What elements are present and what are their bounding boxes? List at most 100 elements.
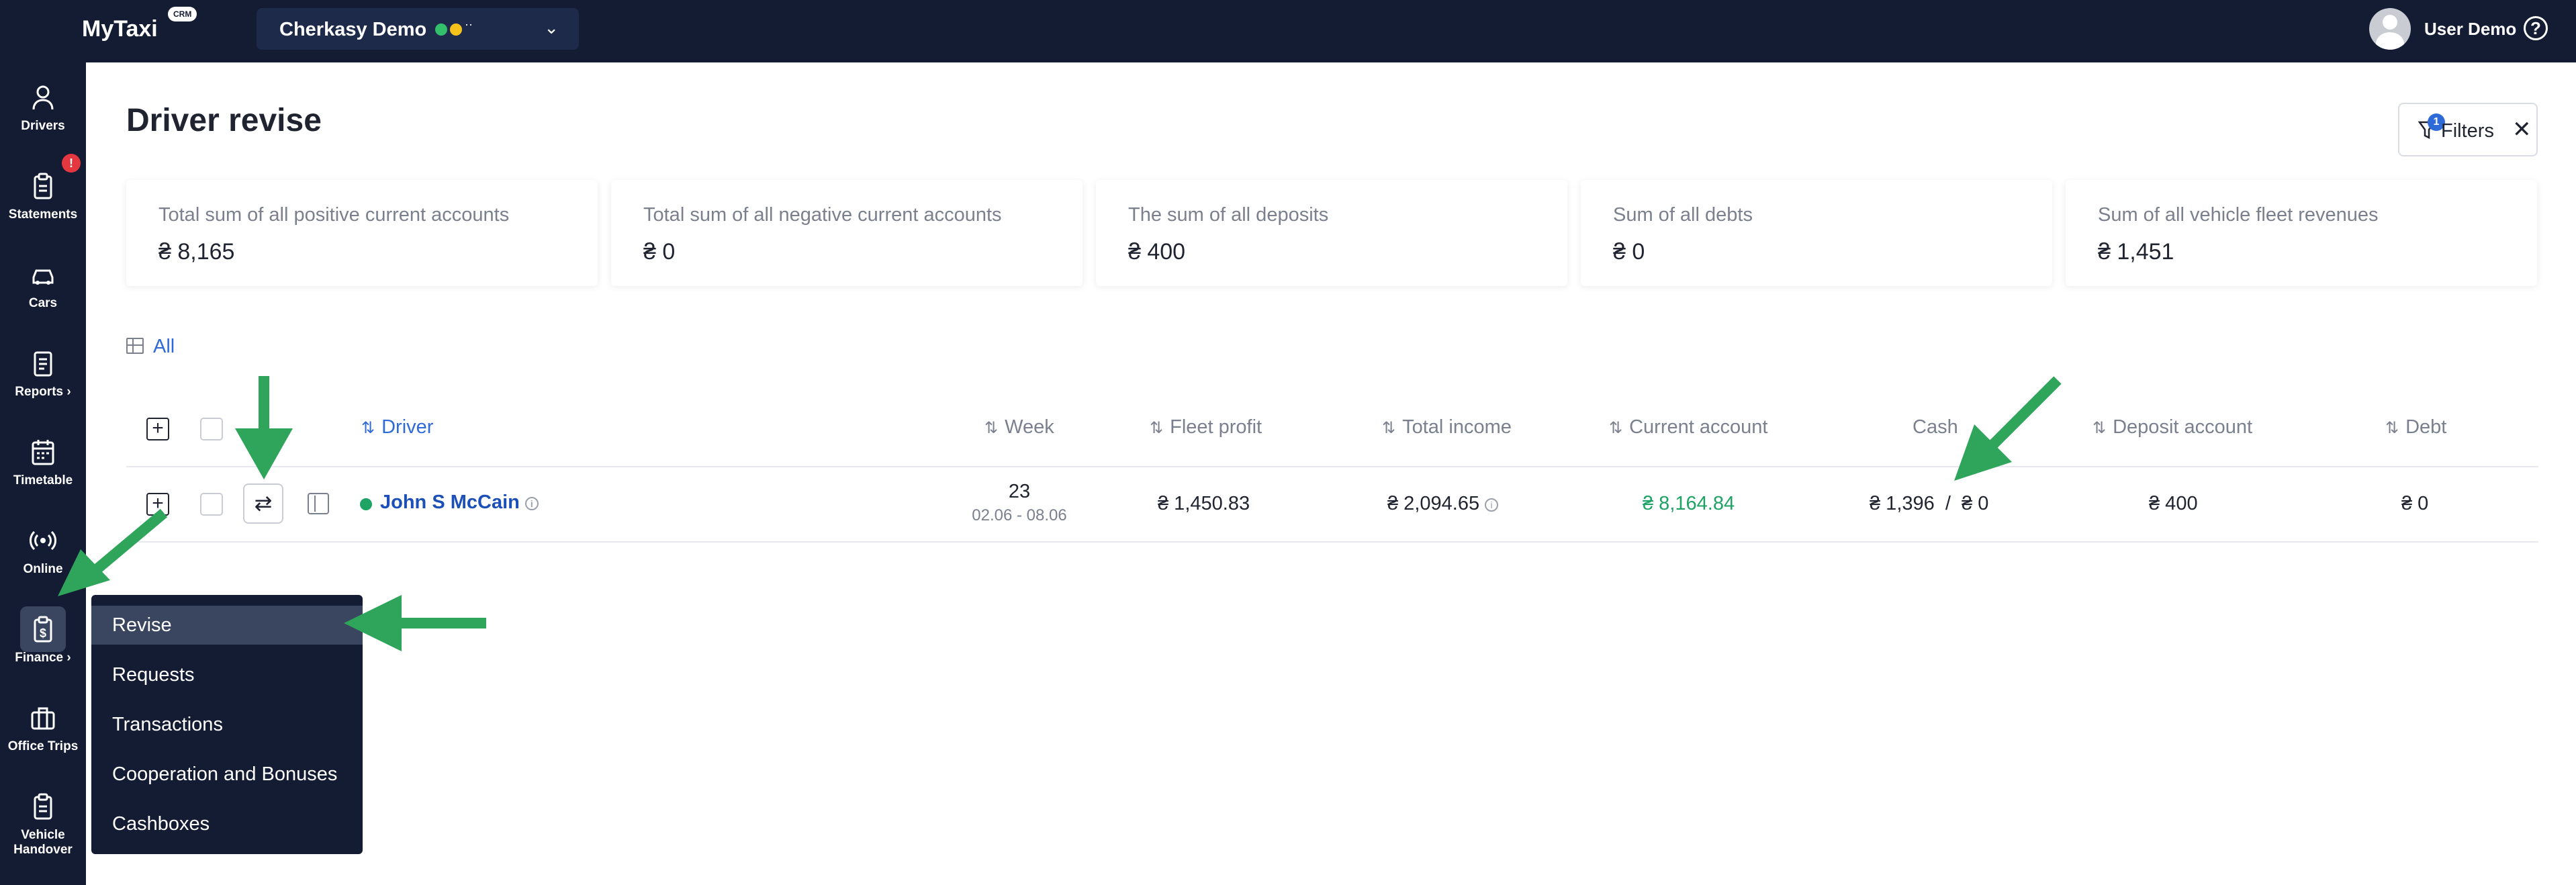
column-header-debt[interactable]: ⇅ Debt [2385,416,2446,438]
cash-cell: ₴ 1,396 / ₴ 0 [1870,493,1989,514]
calendar-icon [0,438,86,465]
alert-badge: ! [62,154,81,173]
column-header-label: Cash [1913,416,1958,438]
finance-submenu: Revise Requests Transactions Cooperation… [91,595,363,854]
stat-card-deposits: The sum of all deposits ₴ 400 [1096,180,1567,286]
sort-icon: ⇅ [361,419,375,437]
menu-item-requests[interactable]: Requests [91,655,363,694]
stat-value: ₴ 0 [643,239,676,265]
sidebar-item-label: Online [23,562,63,576]
total-income-value: ₴ 2,094.65 [1387,493,1480,514]
sidebar-item-label: Reports › [15,385,71,399]
svg-text:$: $ [40,626,46,640]
status-dot-green [435,24,447,36]
fleet-selector[interactable]: Cherkasy Demo ·· ⌄ [257,8,579,50]
sidebar-item-statements[interactable]: Statements [0,173,86,222]
sort-icon: ⇅ [984,419,999,437]
sidebar-item-timetable[interactable]: Timetable [0,438,86,488]
revise-swap-button[interactable]: ⇄ [243,483,283,524]
total-income-cell: ₴ 2,094.65 i [1387,493,1499,515]
menu-item-cashboxes[interactable]: Cashboxes [91,804,363,843]
page-title: Driver revise [126,103,322,138]
fleet-profit-cell: ₴ 1,450.83 [1158,493,1250,514]
close-icon[interactable]: ✕ [2512,116,2532,143]
column-header-current-account[interactable]: ⇅ Current account [1609,416,1767,438]
annotation-arrows [58,376,2062,651]
stat-value: ₴ 1,451 [2098,239,2174,265]
filters-button[interactable]: 1 Filters ✕ [2398,103,2538,156]
view-all-link[interactable]: All [126,336,175,358]
sort-icon: ⇅ [1150,419,1164,437]
user-name[interactable]: User Demo [2424,19,2516,40]
row-checkbox[interactable] [200,493,223,516]
side-panel-icon[interactable] [308,493,329,514]
stat-label: Sum of all vehicle fleet revenues [2098,204,2379,226]
column-header-label: Week [1005,416,1054,438]
chevron-down-icon: ⌄ [544,17,559,38]
annotation-arrow-revise [344,595,486,651]
sidebar-item-label: Statements [8,207,78,222]
sidebar-item-label: Drivers [21,119,65,133]
stat-card-fleet-revenues: Sum of all vehicle fleet revenues ₴ 1,45… [2066,180,2537,286]
driver-name-link[interactable]: John S McCain i [380,492,539,514]
column-header-deposit-account[interactable]: ⇅ Deposit account [2092,416,2252,438]
column-header-label: Fleet profit [1170,416,1262,438]
fleet-name: Cherkasy Demo [279,19,427,40]
stat-card-positive-accounts: Total sum of all positive current accoun… [126,180,598,286]
debt-cell: ₴ 0 [2401,493,2429,514]
clipboard-icon [0,173,86,199]
menu-item-transactions[interactable]: Transactions [91,705,363,744]
stat-label: The sum of all deposits [1128,204,1329,226]
column-header-label: Total income [1402,416,1512,438]
table-icon [126,338,144,354]
view-all-label: All [153,336,175,357]
menu-item-revise[interactable]: Revise [91,606,363,645]
column-header-driver[interactable]: ⇅ Driver [361,416,433,438]
week-range: 02.06 - 08.06 [972,506,1067,524]
row-divider [126,541,2538,543]
stat-value: ₴ 0 [1613,239,1645,265]
stat-label: Total sum of all positive current accoun… [158,204,510,226]
expand-all-icon[interactable]: + [146,418,169,440]
broadcast-icon [0,527,86,554]
sidebar-item-drivers[interactable]: Drivers [0,84,86,134]
current-account-cell: ₴ 8,164.84 [1643,493,1735,514]
column-header-label: Deposit account [2113,416,2253,438]
top-bar: MyTaxi CRM Cherkasy Demo ·· ⌄ User Demo … [0,0,2576,62]
avatar[interactable] [2369,8,2411,50]
column-header-label: Debt [2405,416,2447,438]
sort-icon: ⇅ [2092,419,2107,437]
sidebar-item-label: Vehicle Handover [13,828,73,857]
sort-icon: ⇅ [1382,419,1396,437]
finance-icon: $ [0,616,86,643]
column-header-total-income[interactable]: ⇅ Total income [1382,416,1512,438]
info-icon[interactable]: i [1485,498,1499,512]
sort-icon: ⇅ [1609,419,1623,437]
sidebar-item-finance[interactable]: $ Finance › [0,616,86,665]
help-icon[interactable]: ? [2524,16,2548,40]
header-divider [126,466,2538,467]
column-header-label: Driver [381,416,434,438]
stat-card-negative-accounts: Total sum of all negative current accoun… [611,180,1083,286]
report-icon [0,350,86,377]
column-header-cash: Cash [1913,416,1958,438]
sidebar-item-cars[interactable]: Cars [0,261,86,311]
select-all-checkbox[interactable] [200,418,223,440]
app-logo[interactable]: MyTaxi [82,16,158,42]
sidebar-item-vehicle-handover[interactable]: Vehicle Handover [0,793,86,857]
expand-row-icon[interactable]: + [146,493,169,516]
sidebar-item-office-trips[interactable]: Office Trips [0,704,86,754]
crm-badge: CRM [168,7,197,21]
filters-label: Filters [2441,120,2494,142]
car-icon [0,261,86,288]
stat-value: ₴ 8,165 [158,239,235,265]
online-status-dot [360,498,372,510]
column-header-fleet-profit[interactable]: ⇅ Fleet profit [1150,416,1262,438]
sidebar-item-online[interactable]: Online [0,527,86,577]
column-header-week[interactable]: ⇅ Week [984,416,1054,438]
info-icon[interactable]: i [524,497,539,510]
sidebar-item-reports[interactable]: Reports › [0,350,86,400]
menu-item-cooperation-bonuses[interactable]: Cooperation and Bonuses [91,755,363,794]
sidebar-item-label: Timetable [13,473,73,487]
week-number: 23 [1008,481,1031,502]
